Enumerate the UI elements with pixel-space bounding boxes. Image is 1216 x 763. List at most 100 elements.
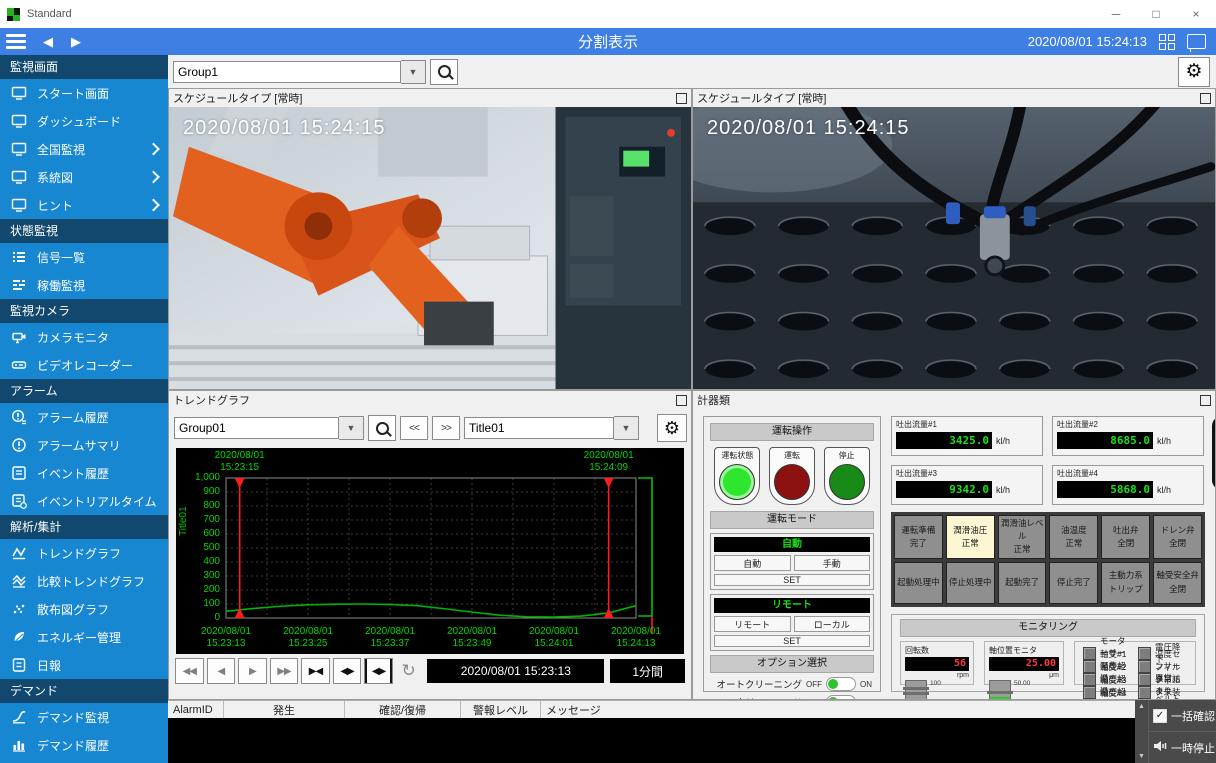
trend-group-input[interactable] [174,417,339,439]
x-tick: 2020/08/01 15:24:01 [529,626,579,650]
alarm-col-level[interactable]: 警報レベル [461,701,541,718]
menu-icon[interactable] [0,28,34,55]
sidebar-section-monitor: 監視画面 [0,55,168,79]
sidebar-item-alarm-history[interactable]: アラーム履歴 [0,403,168,431]
main-toolbar: ▼ ⚙ [168,55,1216,88]
trend-prev-button[interactable]: << [400,416,428,440]
sidebar-item-demand-history[interactable]: デマンド履歴 [0,731,168,759]
sidebar-item-trend-graph[interactable]: トレンドグラフ [0,539,168,567]
maximize-button[interactable]: □ [1136,0,1176,28]
status-cell: 運転準備完了 [894,515,943,559]
alarm-list: AlarmID 発生 確認/復帰 警報レベル メッセージ [168,700,1135,763]
step-back-button[interactable]: ◀ [207,658,236,684]
trend-chart[interactable]: Title01 2020/08/01 15:23:15 2020/08/01 1… [176,448,684,654]
monitor-icon [10,196,28,214]
search-icon [376,422,389,435]
alarm-table-body[interactable] [168,718,1135,763]
sidebar-item-operation-monitor[interactable]: 稼働監視 [0,271,168,299]
trend-next-button[interactable]: >> [432,416,460,440]
nav-back-button[interactable]: ◀ [34,34,62,50]
fit-range-button[interactable]: ◀▶ [364,658,393,684]
remote-set-button[interactable]: SET [714,635,870,647]
layout-grid-icon[interactable] [1159,34,1175,50]
step-forward-button[interactable]: ▶ [238,658,267,684]
sidebar-item-start-screen[interactable]: スタート画面 [0,79,168,107]
mode-set-button[interactable]: SET [714,574,870,586]
flow-lcd: 8685.0 [1057,432,1153,449]
zoom-out-button[interactable]: ◀▶ [333,658,362,684]
nav-forward-button[interactable]: ▶ [62,34,90,50]
flow-lcd: 5868.0 [1057,481,1153,498]
bars-icon [10,276,28,294]
trend-group-dropdown-button[interactable]: ▼ [339,416,364,440]
sidebar-item-alarm-summary[interactable]: アラームサマリ [0,431,168,459]
stop-button[interactable]: 停止 [824,447,870,505]
status-cell: 吐出弁全閉 [1101,515,1150,559]
bulk-ack-button[interactable]: ✓ 一括確認 [1149,700,1216,732]
pause-sound-button[interactable]: 一時停止 [1149,732,1216,763]
actions-scrollbar: ▲ ▼ [1135,700,1149,763]
sidebar-item-demand-report[interactable]: デマンドレポート [0,759,168,763]
sidebar-item-daily-report[interactable]: 日報 [0,651,168,679]
rewind-button[interactable]: ◀◀ [175,658,204,684]
sidebar-item-event-history[interactable]: イベント履歴 [0,459,168,487]
screen-mode-toggle[interactable] [826,695,856,699]
scroll-up-icon[interactable]: ▲ [1138,703,1145,710]
sidebar-item-event-realtime[interactable]: イベントリアルタイム [0,487,168,515]
recorder-icon [10,356,28,374]
alarm-col-message[interactable]: メッセージ [541,701,1135,718]
x-tick: 2020/08/01 15:23:13 [201,626,251,650]
sidebar-item-demand-monitor[interactable]: デマンド監視 [0,703,168,731]
gauge-unit: A [1212,463,1215,470]
camera-panel-right: スケジュールタイプ [常時] [692,88,1216,390]
trend-title-dropdown-button[interactable]: ▼ [614,416,639,440]
sidebar-item-energy-management[interactable]: エネルギー管理 [0,623,168,651]
auto-mode-button[interactable]: 自動 [714,555,791,571]
manual-mode-button[interactable]: 手動 [794,555,871,571]
trend-settings-button[interactable]: ⚙ [657,414,687,442]
app-title: Standard [27,8,72,20]
sidebar-item-compare-trend-graph[interactable]: 比較トレンドグラフ [0,567,168,595]
trend-title-input[interactable] [464,417,614,439]
sidebar-item-system-diagram[interactable]: 系統図 [0,163,168,191]
group-select-input[interactable] [173,61,401,83]
refresh-icon[interactable]: ↻ [396,659,422,683]
scroll-down-icon[interactable]: ▼ [1138,753,1145,760]
auto-cleaning-toggle[interactable] [826,677,856,691]
close-button[interactable]: × [1176,0,1216,28]
trend-interval-display: 1分間 [610,659,685,683]
sidebar-item-nationwide-monitor[interactable]: 全国監視 [0,135,168,163]
settings-button[interactable]: ⚙ [1178,57,1210,87]
sidebar-item-hint[interactable]: ヒント [0,191,168,219]
run-button[interactable]: 運転 [769,447,815,505]
x-tick: 2020/08/01 15:23:37 [365,626,415,650]
minimize-button[interactable]: ─ [1096,0,1136,28]
sidebar-item-camera-monitor[interactable]: カメラモニタ [0,323,168,351]
instruments-panel: 計器類 運転操作 運転状態 運転 [692,390,1216,700]
sidebar-item-dashboard[interactable]: ダッシュボード [0,107,168,135]
maximize-panel-icon[interactable] [676,93,687,104]
maximize-panel-icon[interactable] [1200,395,1211,406]
remote-button[interactable]: リモート [714,616,791,632]
zoom-in-button[interactable]: ▶◀ [301,658,330,684]
group-search-button[interactable] [430,59,458,85]
group-dropdown-button[interactable]: ▼ [401,60,426,84]
remote-group: リモート リモート ローカル SET [710,594,874,651]
maximize-panel-icon[interactable] [676,395,687,406]
camera-left-image [169,107,691,389]
sidebar-item-signal-list[interactable]: 信号一覧 [0,243,168,271]
trend-search-button[interactable] [368,415,396,441]
camera-left-timestamp: 2020/08/01 15:24:15 [183,117,386,140]
fast-forward-button[interactable]: ▶▶ [270,658,299,684]
local-button[interactable]: ローカル [794,616,871,632]
lamp-bulb [829,464,865,500]
trend-graph-panel: トレンドグラフ ▼ << >> ▼ ⚙ Title01 2020/08/01 1… [168,390,692,700]
alarm-col-ack[interactable]: 確認/復帰 [345,701,461,718]
display-icon[interactable] [1187,34,1206,49]
alarm-col-occurred[interactable]: 発生 [224,701,345,718]
sidebar-item-video-recorder[interactable]: ビデオレコーダー [0,351,168,379]
alarm-col-id[interactable]: AlarmID [168,701,224,718]
indicator-lamp [1083,686,1096,699]
maximize-panel-icon[interactable] [1200,93,1211,104]
sidebar-item-scatter-graph[interactable]: 散布図グラフ [0,595,168,623]
